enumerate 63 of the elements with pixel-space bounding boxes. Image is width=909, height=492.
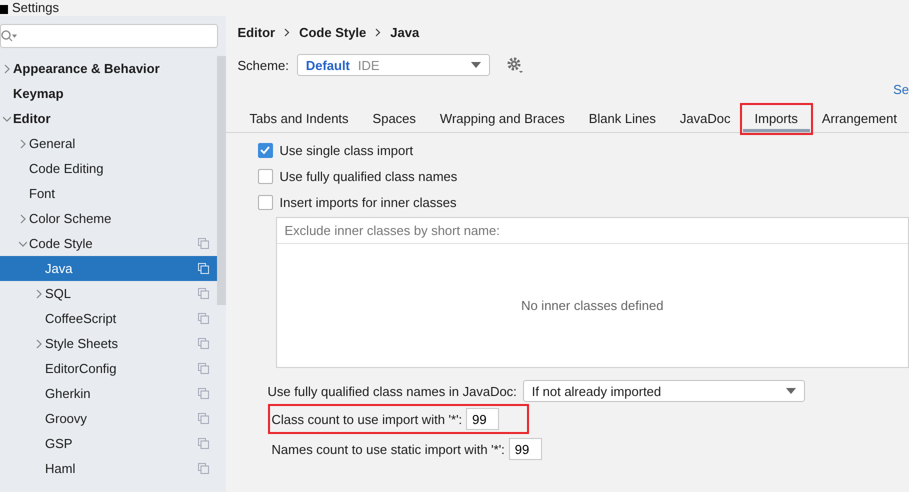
tab[interactable]: JavaDoc [668,106,742,132]
copy-icon [198,388,209,399]
caret-icon [786,388,796,394]
tab[interactable]: Blank Lines [576,106,668,132]
copy-icon [198,438,209,449]
checkbox[interactable] [258,194,273,210]
tree-item[interactable]: Appearance & Behavior [0,56,217,81]
gear-icon[interactable] [506,56,524,74]
tab[interactable]: Arrangement [810,106,909,132]
search-field[interactable] [0,24,218,48]
scheme-dropdown[interactable]: Default IDE [296,54,490,76]
checkbox-option[interactable]: Use single class import [258,137,909,163]
checkbox[interactable] [258,142,273,158]
tree-item[interactable]: Haml [0,456,217,481]
count-label: Class count to use import with '*': [272,412,462,426]
copy-icon [198,363,209,374]
breadcrumb-item[interactable]: Code Style [299,24,366,40]
copy-icon [198,463,209,474]
caret-icon [470,62,481,68]
tree-item[interactable]: SQL [0,281,217,306]
empty-message: No inner classes defined [521,298,664,313]
app-icon [0,5,8,14]
tree-item[interactable]: Code Style [0,231,217,256]
tab[interactable]: Imports [742,106,810,132]
copy-icon [198,288,209,299]
tree-item[interactable]: Gherkin [0,381,217,406]
window-title: Settings [12,1,59,14]
breadcrumb-item[interactable]: Editor [238,24,276,40]
exclude-list[interactable]: Exclude inner classes by short name: No inner classes defined [276,217,909,368]
tree-item[interactable]: Font [0,181,217,206]
search-icon [1,29,17,43]
breadcrumb-item[interactable]: Java [390,24,420,40]
copy-icon [198,238,209,249]
copy-icon [198,413,209,424]
count-field[interactable]: 99 [466,408,500,430]
checkbox-option[interactable]: Use fully qualified class names [258,163,909,189]
tab[interactable]: Spaces [360,106,428,132]
count-field[interactable]: 99 [508,438,542,460]
copy-icon [198,313,209,324]
scheme-label: Scheme: [238,58,289,72]
tree-item[interactable]: Java [0,256,217,281]
tree-item[interactable]: General [0,131,217,156]
tree-item[interactable]: Editor [0,106,217,131]
javadoc-dropdown[interactable]: If not already imported [522,380,805,402]
tree-item[interactable]: Code Editing [0,156,217,181]
tab[interactable]: Wrapping and Braces [428,106,577,132]
scrollbar-thumb[interactable] [216,56,226,305]
copy-icon [198,263,209,274]
checkbox[interactable] [258,168,273,184]
tree-item[interactable]: Style Sheets [0,331,217,356]
checkbox-option[interactable]: Insert imports for inner classes [258,189,909,215]
copy-icon [198,338,209,349]
tree-item[interactable]: Color Scheme [0,206,217,231]
tree-item[interactable]: GSP [0,431,217,456]
tree-item[interactable]: CoffeeScript [0,306,217,331]
tab[interactable]: Tabs and Indents [238,106,361,132]
link[interactable]: Se [893,82,909,98]
tree-item[interactable]: Groovy [0,406,217,431]
list-header: Exclude inner classes by short name: [276,218,908,244]
tree-item[interactable]: EditorConfig [0,356,217,381]
tree-item[interactable]: Keymap [0,81,217,106]
count-label: Names count to use static import with '*': [272,442,505,456]
javadoc-label: Use fully qualified class names in JavaDoc: [268,384,517,398]
